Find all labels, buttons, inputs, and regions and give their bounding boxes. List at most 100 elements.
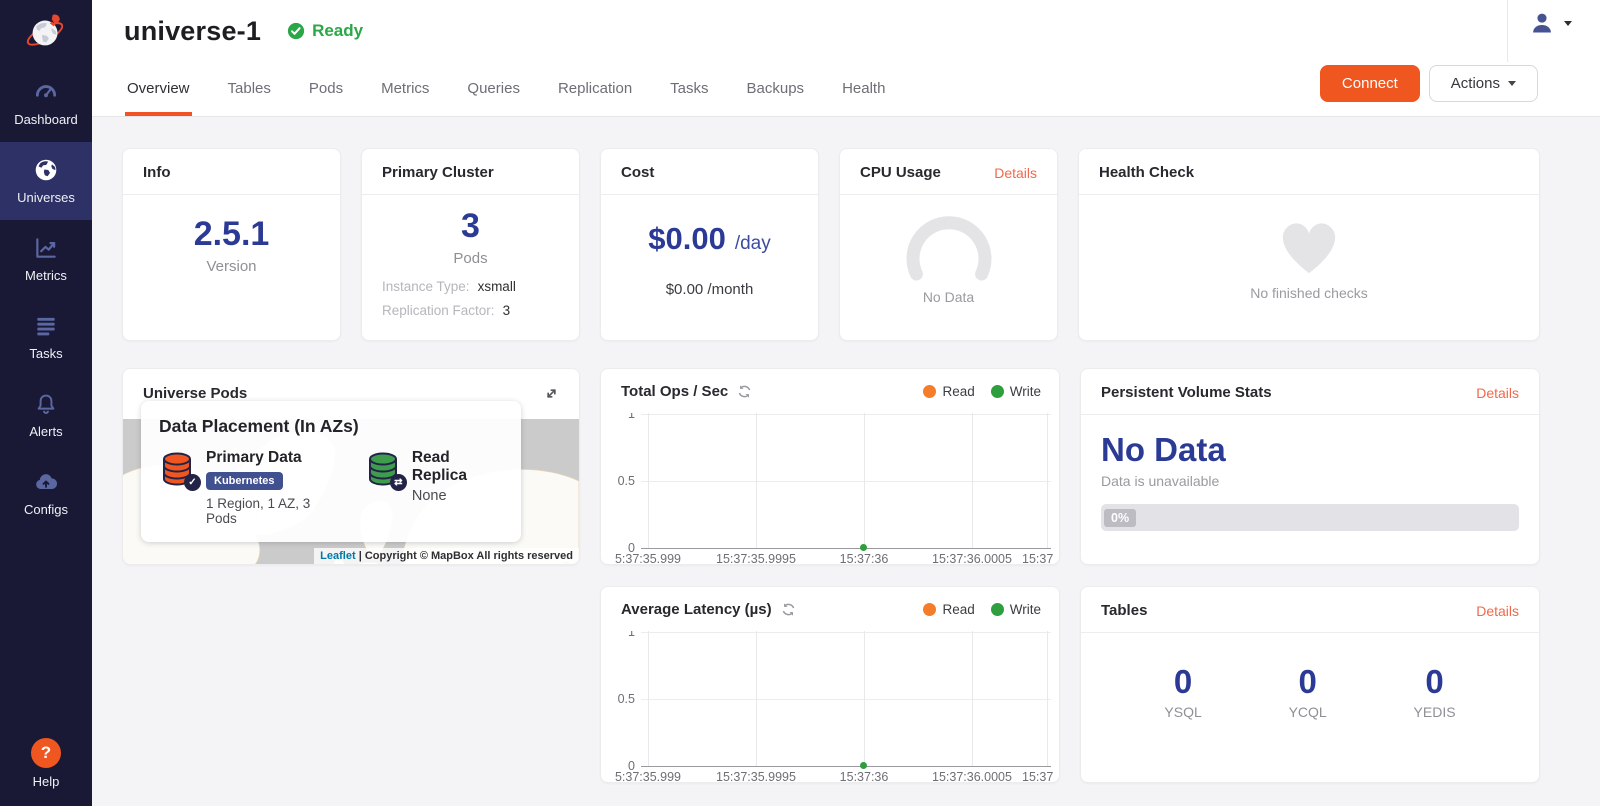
check-badge-icon: ✓ [184,474,201,491]
legend-write[interactable]: Write [991,602,1041,617]
card-title: Cost [621,164,654,181]
version-value: 2.5.1 [123,215,340,254]
sidebar-item-tasks[interactable]: Tasks [0,298,92,376]
ysql-value: 0 [1164,663,1201,701]
sidebar-item-label: Universes [17,190,75,205]
pv-progress-bar: 0% [1101,504,1519,531]
sidebar-item-alerts[interactable]: Alerts [0,376,92,454]
tab-pods[interactable]: Pods [307,66,345,116]
legend-read[interactable]: Read [923,384,974,399]
tables-details-link[interactable]: Details [1476,603,1519,619]
database-replica-icon: ⇄ [365,451,401,487]
actions-button[interactable]: Actions [1429,65,1538,102]
pv-progress-label: 0% [1104,509,1136,527]
x-tick: 5:37:35.999 [615,770,681,783]
tab-replication[interactable]: Replication [556,66,634,116]
primary-data-summary: 1 Region, 1 AZ, 3 Pods [206,496,337,526]
sync-badge-icon: ⇄ [390,474,407,491]
user-menu[interactable] [1529,10,1572,36]
gauge-icon [899,209,999,281]
sidebar: Dashboard Universes Metrics [0,0,92,806]
chart-title: Total Ops / Sec [621,383,728,400]
chart-plot-area[interactable]: 1 0.5 0 5:37:35.999 15:37:35.9995 15:37:… [601,631,1059,783]
replication-factor-label: Replication Factor: [382,303,495,318]
card-title: Persistent Volume Stats [1101,384,1272,401]
sidebar-item-help[interactable]: ? Help [0,720,92,806]
tab-overview[interactable]: Overview [125,66,192,116]
tab-backups[interactable]: Backups [745,66,807,116]
universe-pods-card: Universe Pods [122,368,580,565]
tab-metrics[interactable]: Metrics [379,66,431,116]
cpu-usage-card: CPU Usage Details No Data [839,148,1058,341]
pv-details-link[interactable]: Details [1476,385,1519,401]
total-ops-chart-card: Total Ops / Sec Read Write [600,368,1060,565]
tab-bar: Overview Tables Pods Metrics Queries Rep… [92,62,1600,116]
tab-tables[interactable]: Tables [226,66,273,116]
cluster-details: Instance Type:xsmall Replication Factor:… [382,279,579,318]
chart-plot-area[interactable]: 1 0.5 0 5:37:35.999 15:37:35.9995 15:37:… [601,413,1059,565]
card-title: Info [143,164,171,181]
legend-write-label: Write [1010,602,1041,617]
cloud-upload-icon [33,469,59,495]
cost-per-month: $0.00 /month [601,281,818,298]
sidebar-item-dashboard[interactable]: Dashboard [0,64,92,142]
read-replica-block: ⇄ Read Replica None [365,449,503,526]
app-logo[interactable] [0,0,92,64]
card-title: Tables [1101,602,1147,619]
cost-unit: /day [735,233,771,255]
info-card: Info 2.5.1 Version [122,148,341,341]
write-data-point [860,762,867,769]
summary-cards-row: Info 2.5.1 Version Primary Cluster 3 Pod… [122,148,1540,341]
heart-icon [1270,211,1348,277]
bell-icon [33,391,59,417]
check-circle-icon [287,22,305,40]
tables-card: Tables Details 0 YSQL 0 YCQL 0 YEDIS [1080,586,1540,783]
x-tick: 15:37:36.0005 [932,552,1012,565]
sidebar-item-label: Dashboard [14,112,78,127]
cpu-empty-text: No Data [923,289,974,305]
tab-tasks[interactable]: Tasks [668,66,710,116]
yedis-value: 0 [1414,663,1456,701]
refresh-icon[interactable] [781,602,796,617]
status-text: Ready [312,21,363,41]
version-caption: Version [123,258,340,275]
list-icon [33,313,59,339]
yedis-label: YEDIS [1414,704,1456,720]
cpu-details-link[interactable]: Details [994,165,1037,181]
tab-queries[interactable]: Queries [465,66,522,116]
header-buttons: Connect Actions [1320,65,1538,102]
card-title: Health Check [1099,164,1194,181]
copyright-text: | Copyright © MapBox All rights reserved [359,550,573,562]
sidebar-item-label: Alerts [29,424,62,439]
sidebar-item-universes[interactable]: Universes [0,142,92,220]
legend-read[interactable]: Read [923,602,974,617]
card-title: Primary Cluster [382,164,494,181]
x-tick: 15:37:36 [840,770,889,783]
persistent-volume-stats-card: Persistent Volume Stats Details No Data … [1080,368,1540,565]
replication-factor-value: 3 [503,303,511,318]
sidebar-item-metrics[interactable]: Metrics [0,220,92,298]
user-icon [1529,10,1555,36]
connect-button[interactable]: Connect [1320,65,1420,102]
title-row: universe-1 Ready [92,0,1600,62]
database-primary-icon: ✓ [159,451,195,487]
instance-type-label: Instance Type: [382,279,470,294]
refresh-icon[interactable] [737,384,752,399]
tab-health[interactable]: Health [840,66,887,116]
chevron-down-icon [1508,81,1516,86]
chart-title: Average Latency (µs) [621,601,772,618]
read-dot-icon [923,603,936,616]
world-map[interactable]: ✓ Data Placement (In AZs) [123,419,579,564]
expand-icon[interactable] [542,384,561,403]
read-replica-value: None [412,488,503,504]
help-label: Help [33,774,60,789]
primary-data-label: Primary Data [206,449,337,467]
sidebar-item-configs[interactable]: Configs [0,454,92,532]
data-placement-title: Data Placement (In AZs) [159,416,503,437]
pv-no-data-text: No Data [1101,431,1539,469]
leaflet-link[interactable]: Leaflet [320,550,355,562]
legend-write[interactable]: Write [991,384,1041,399]
primary-cluster-card: Primary Cluster 3 Pods Instance Type:xsm… [361,148,580,341]
x-tick: 15:37:36.0005 [932,770,1012,783]
x-tick: 15:37 [1022,770,1053,783]
